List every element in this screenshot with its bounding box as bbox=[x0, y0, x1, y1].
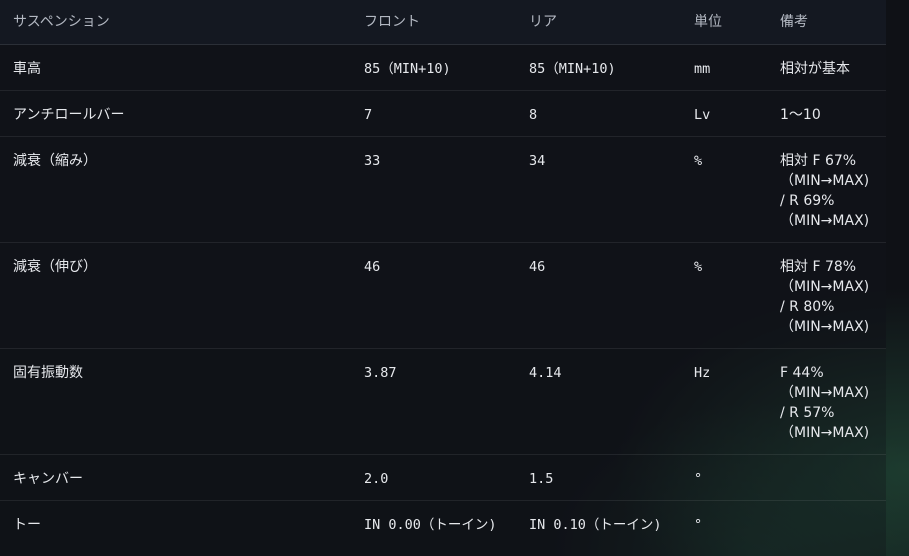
row-front-value: 3.87 bbox=[364, 365, 397, 381]
row-rear-value: 4.14 bbox=[529, 365, 562, 381]
row-front-value: 85（MIN+10) bbox=[364, 61, 451, 77]
row-label: 車高 bbox=[13, 61, 41, 77]
row-notes: F 44% （MIN→MAX) / R 57% （MIN→MAX) bbox=[780, 363, 884, 443]
row-label: 固有振動数 bbox=[13, 365, 83, 381]
table-row: 固有振動数 3.87 4.14 Hz F 44% （MIN→MAX) / R 5… bbox=[0, 349, 886, 455]
row-unit: % bbox=[694, 259, 703, 275]
row-rear-value: 85（MIN+10) bbox=[529, 61, 616, 77]
header-rear: リア bbox=[529, 14, 557, 30]
row-notes: 1〜10 bbox=[780, 105, 884, 125]
row-rear-value: 8 bbox=[529, 107, 538, 123]
header-notes: 備考 bbox=[780, 14, 808, 30]
row-label: 減衰（縮み） bbox=[13, 153, 97, 169]
table-row: 減衰（伸び） 46 46 % 相対 F 78% （MIN→MAX) / R 80… bbox=[0, 243, 886, 349]
row-note-line: 相対 F 78% bbox=[780, 259, 857, 275]
row-note-line: （MIN→MAX) bbox=[780, 279, 870, 295]
row-note-line: （MIN→MAX) bbox=[780, 173, 870, 189]
header-unit: 単位 bbox=[694, 14, 722, 30]
table-row: 車高 85（MIN+10) 85（MIN+10) mm 相対が基本 bbox=[0, 45, 886, 91]
row-note-line: 相対 F 67% bbox=[780, 153, 857, 169]
row-unit: Hz bbox=[694, 365, 711, 381]
header-suspension: サスペンション bbox=[13, 14, 110, 30]
table-row: 減衰（縮み） 33 34 % 相対 F 67% （MIN→MAX) / R 69… bbox=[0, 137, 886, 243]
row-note-line: （MIN→MAX) bbox=[780, 213, 870, 229]
header-front: フロント bbox=[364, 14, 420, 30]
row-front-value: IN 0.00（トーイン) bbox=[364, 517, 497, 533]
row-note-line: F 44% bbox=[780, 365, 824, 381]
row-notes: 相対 F 78% （MIN→MAX) / R 80% （MIN→MAX) bbox=[780, 257, 884, 337]
row-notes: 相対 F 67% （MIN→MAX) / R 69% （MIN→MAX) bbox=[780, 151, 884, 231]
row-rear-value: 34 bbox=[529, 153, 546, 169]
row-rear-value: 1.5 bbox=[529, 471, 554, 487]
row-note-line: 1〜10 bbox=[780, 107, 821, 123]
row-unit: mm bbox=[694, 61, 711, 77]
row-note-line: （MIN→MAX) bbox=[780, 385, 870, 401]
row-note-line: / R 80% bbox=[780, 299, 835, 315]
row-note-line: （MIN→MAX) bbox=[780, 425, 870, 441]
row-unit: % bbox=[694, 153, 703, 169]
table-row: キャンバー 2.0 1.5 ° bbox=[0, 455, 886, 501]
row-label: キャンバー bbox=[13, 471, 83, 487]
row-unit: ° bbox=[694, 471, 703, 487]
row-label: 減衰（伸び） bbox=[13, 259, 97, 275]
row-label: アンチロールバー bbox=[13, 107, 125, 123]
row-note-line: / R 57% bbox=[780, 405, 835, 421]
row-note-line: 相対が基本 bbox=[780, 61, 850, 77]
row-rear-value: IN 0.10（トーイン) bbox=[529, 517, 662, 533]
suspension-table: サスペンション フロント リア 単位 備考 車高 85（MIN+10) 85（M… bbox=[0, 0, 886, 556]
row-note-line: / R 69% bbox=[780, 193, 835, 209]
row-label: トー bbox=[13, 517, 41, 533]
row-note-line: （MIN→MAX) bbox=[780, 319, 870, 335]
row-front-value: 7 bbox=[364, 107, 373, 123]
row-front-value: 33 bbox=[364, 153, 381, 169]
row-unit: ° bbox=[694, 517, 703, 533]
row-rear-value: 46 bbox=[529, 259, 546, 275]
table-row: アンチロールバー 7 8 Lv 1〜10 bbox=[0, 91, 886, 137]
row-front-value: 2.0 bbox=[364, 471, 389, 487]
table-header-row: サスペンション フロント リア 単位 備考 bbox=[0, 0, 886, 45]
row-unit: Lv bbox=[694, 107, 711, 123]
table-row: トー IN 0.00（トーイン) IN 0.10（トーイン) ° bbox=[0, 501, 886, 556]
row-notes: 相対が基本 bbox=[780, 59, 884, 79]
row-front-value: 46 bbox=[364, 259, 381, 275]
